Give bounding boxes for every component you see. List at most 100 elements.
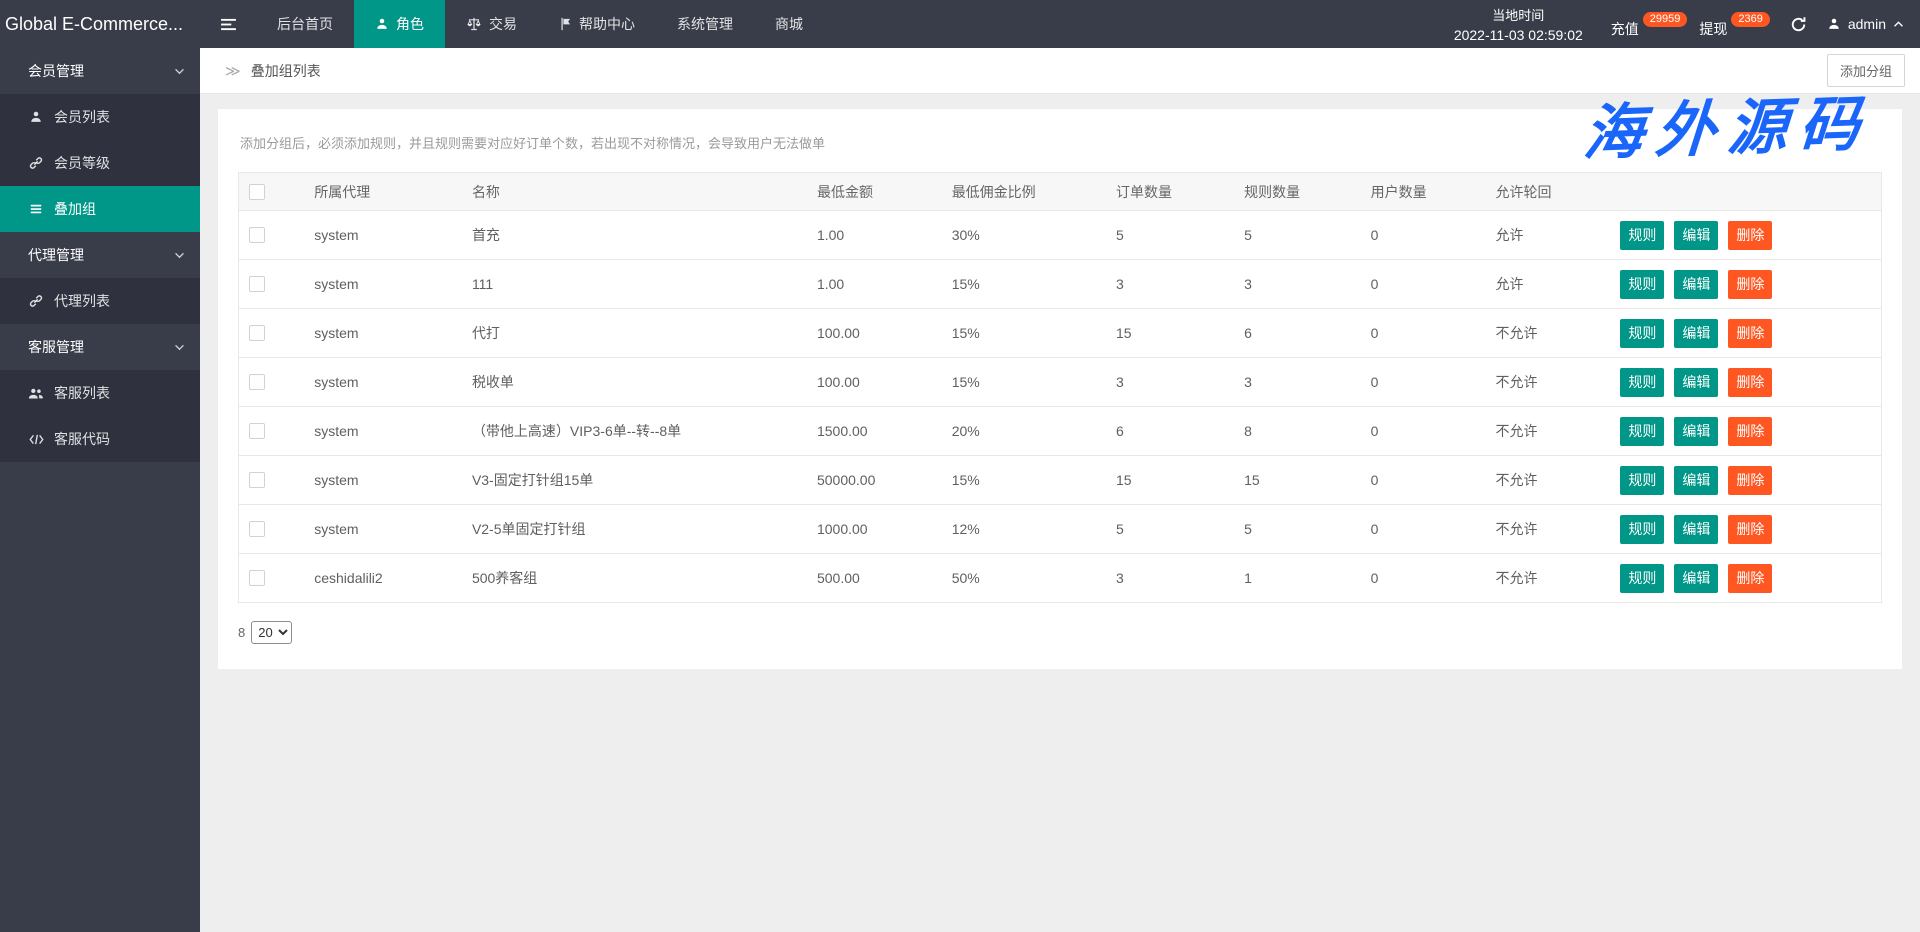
cell-orders: 6 — [1106, 407, 1234, 456]
withdraw-nav-item[interactable]: 提现 2369 — [1699, 9, 1769, 39]
sidebar-group-label: 客服管理 — [28, 337, 84, 357]
rule-button[interactable]: 规则 — [1620, 270, 1664, 299]
list-icon — [28, 202, 44, 216]
delete-button[interactable]: 删除 — [1728, 368, 1772, 397]
sidebar-item-1-3[interactable]: 叠加组 — [0, 186, 200, 232]
sidebar-item-label: 代理列表 — [54, 291, 110, 311]
hamburger-icon — [220, 18, 237, 31]
edit-button[interactable]: 编辑 — [1674, 466, 1718, 495]
cell-name: 111 — [462, 260, 807, 309]
row-checkbox[interactable] — [249, 227, 265, 243]
delete-button[interactable]: 删除 — [1728, 564, 1772, 593]
column-header: 规则数量 — [1234, 173, 1361, 211]
local-time-label: 当地时间 — [1454, 5, 1583, 24]
edit-button[interactable]: 编辑 — [1674, 564, 1718, 593]
user-menu[interactable]: admin — [1827, 16, 1904, 32]
row-checkbox[interactable] — [249, 472, 265, 488]
recharge-nav-item[interactable]: 充值 29959 — [1611, 9, 1688, 39]
row-checkbox[interactable] — [249, 325, 265, 341]
cell-loop: 不允许 — [1485, 505, 1610, 554]
edit-button[interactable]: 编辑 — [1674, 417, 1718, 446]
cell-min_commission: 20% — [942, 407, 1106, 456]
edit-button[interactable]: 编辑 — [1674, 368, 1718, 397]
cell-name: 代打 — [462, 309, 807, 358]
top-nav-item-5[interactable]: 系统管理 — [656, 0, 754, 48]
cell-orders: 5 — [1106, 211, 1234, 260]
cell-users: 0 — [1361, 554, 1486, 603]
user-icon — [1827, 17, 1841, 31]
top-nav-item-1[interactable]: 后台首页 — [256, 0, 354, 48]
edit-button[interactable]: 编辑 — [1674, 270, 1718, 299]
top-nav-item-2[interactable]: 角色 — [354, 0, 445, 48]
sidebar-group-1[interactable]: 会员管理 — [0, 48, 200, 94]
delete-button[interactable]: 删除 — [1728, 270, 1772, 299]
sidebar-item-3-1[interactable]: 客服列表 — [0, 370, 200, 416]
sidebar-item-1-1[interactable]: 会员列表 — [0, 94, 200, 140]
add-group-button[interactable]: 添加分组 — [1827, 54, 1905, 87]
rule-button[interactable]: 规则 — [1620, 515, 1664, 544]
top-nav-item-3[interactable]: 交易 — [445, 0, 538, 48]
cell-agent: system — [304, 456, 462, 505]
row-checkbox[interactable] — [249, 423, 265, 439]
refresh-button[interactable] — [1790, 16, 1807, 33]
cell-name: 税收单 — [462, 358, 807, 407]
cell-name: （带他上高速）VIP3-6单--转--8单 — [462, 407, 807, 456]
cell-rules: 3 — [1234, 260, 1361, 309]
rule-button[interactable]: 规则 — [1620, 564, 1664, 593]
cell-agent: system — [304, 407, 462, 456]
top-nav-item-4[interactable]: 帮助中心 — [538, 0, 656, 48]
cell-name: V3-固定打针组15单 — [462, 456, 807, 505]
page-size-select[interactable]: 20 — [251, 621, 292, 644]
cell-loop: 允许 — [1485, 260, 1610, 309]
cell-agent: system — [304, 260, 462, 309]
sidebar-toggle[interactable] — [200, 0, 256, 48]
row-checkbox[interactable] — [249, 570, 265, 586]
link-icon — [28, 294, 44, 308]
rule-button[interactable]: 规则 — [1620, 319, 1664, 348]
top-nav-item-label: 交易 — [489, 14, 517, 34]
rule-button[interactable]: 规则 — [1620, 466, 1664, 495]
cell-orders: 3 — [1106, 260, 1234, 309]
edit-button[interactable]: 编辑 — [1674, 221, 1718, 250]
cell-min_commission: 15% — [942, 309, 1106, 358]
rule-button[interactable]: 规则 — [1620, 368, 1664, 397]
table-row: ceshidalili2500养客组500.0050%310不允许规则编辑删除 — [239, 554, 1882, 603]
cell-loop: 不允许 — [1485, 407, 1610, 456]
sidebar-item-1-2[interactable]: 会员等级 — [0, 140, 200, 186]
delete-button[interactable]: 删除 — [1728, 515, 1772, 544]
cell-min_commission: 15% — [942, 358, 1106, 407]
cell-name: V2-5单固定打针组 — [462, 505, 807, 554]
recharge-count-badge: 29959 — [1643, 12, 1688, 27]
sidebar-item-3-2[interactable]: 客服代码 — [0, 416, 200, 462]
cell-loop: 允许 — [1485, 211, 1610, 260]
row-checkbox[interactable] — [249, 374, 265, 390]
delete-button[interactable]: 删除 — [1728, 417, 1772, 446]
breadcrumb-caret-icon: ≫ — [225, 62, 241, 80]
sidebar-item-2-1[interactable]: 代理列表 — [0, 278, 200, 324]
sidebar-group-3[interactable]: 客服管理 — [0, 324, 200, 370]
select-all-checkbox[interactable] — [249, 184, 265, 200]
rule-button[interactable]: 规则 — [1620, 221, 1664, 250]
table-row: system首充1.0030%550允许规则编辑删除 — [239, 211, 1882, 260]
delete-button[interactable]: 删除 — [1728, 221, 1772, 250]
withdraw-label: 提现 — [1699, 19, 1727, 39]
rule-button[interactable]: 规则 — [1620, 417, 1664, 446]
sidebar-item-label: 客服代码 — [54, 429, 110, 449]
person-icon — [375, 17, 389, 31]
edit-button[interactable]: 编辑 — [1674, 515, 1718, 544]
top-nav-item-6[interactable]: 商城 — [754, 0, 824, 48]
delete-button[interactable]: 删除 — [1728, 319, 1772, 348]
cell-orders: 5 — [1106, 505, 1234, 554]
row-checkbox[interactable] — [249, 521, 265, 537]
row-checkbox[interactable] — [249, 276, 265, 292]
scales-icon — [466, 17, 482, 31]
column-header: 所属代理 — [304, 173, 462, 211]
column-header: 名称 — [462, 173, 807, 211]
sidebar-group-2[interactable]: 代理管理 — [0, 232, 200, 278]
edit-button[interactable]: 编辑 — [1674, 319, 1718, 348]
delete-button[interactable]: 删除 — [1728, 466, 1772, 495]
table-row: system税收单100.0015%330不允许规则编辑删除 — [239, 358, 1882, 407]
person-icon — [28, 110, 44, 124]
top-nav-menu: 后台首页角色 交易 帮助中心系统管理商城 — [256, 0, 824, 48]
table-card: 添加分组后，必须添加规则，并且规则需要对应好订单个数，若出现不对称情况，会导致用… — [218, 109, 1902, 669]
